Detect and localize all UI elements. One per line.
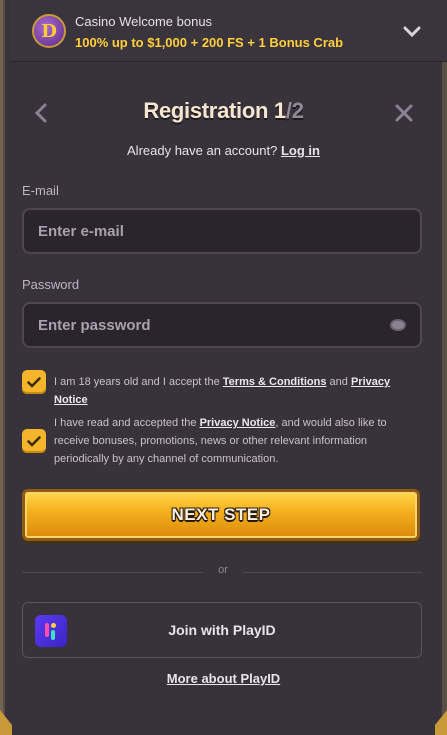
divider-or: or — [203, 564, 243, 576]
playid-label: Join with PlayID — [168, 622, 276, 638]
password-field[interactable]: Enter password — [22, 302, 422, 348]
bonus-title: Casino Welcome bonus — [75, 14, 213, 29]
terms-link[interactable]: Terms & Conditions — [223, 376, 327, 388]
password-label: Password — [22, 277, 80, 292]
age-consent-prefix: I am 18 years old and I accept the — [54, 376, 220, 388]
email-placeholder: Enter e-mail — [38, 222, 124, 240]
join-playid-button[interactable]: Join with PlayID — [22, 602, 422, 658]
title-step: Registration 1 — [143, 98, 286, 123]
eye-icon[interactable] — [390, 319, 406, 331]
marketing-prefix: I have read and accepted the — [54, 417, 197, 429]
close-icon[interactable] — [390, 100, 418, 126]
bonus-description: 100% up to $1,000 + 200 FS + 1 Bonus Cra… — [75, 35, 344, 50]
next-step-button[interactable]: NEXT STEP — [22, 489, 420, 541]
marketing-consent-checkbox[interactable] — [22, 429, 46, 453]
email-field[interactable]: Enter e-mail — [22, 208, 422, 254]
bonus-banner[interactable]: D Casino Welcome bonus 100% up to $1,000… — [10, 0, 447, 62]
age-consent-checkbox[interactable] — [22, 370, 46, 394]
title-total-steps: 2 — [291, 98, 304, 123]
login-link[interactable]: Log in — [281, 143, 320, 158]
page-title: Registration 1/2 — [0, 98, 447, 124]
checkmark-icon — [27, 435, 41, 447]
more-about-playid-link[interactable]: More about PlayID — [0, 671, 447, 686]
age-consent-text: I am 18 years old and I accept the Terms… — [54, 373, 419, 409]
playid-logo-icon — [35, 615, 67, 647]
conjunction-and: and — [329, 376, 348, 388]
email-label: E-mail — [22, 183, 59, 198]
chevron-down-icon[interactable] — [400, 20, 424, 44]
password-placeholder: Enter password — [38, 316, 151, 334]
login-prompt: Already have an account? Log in — [0, 143, 447, 158]
marketing-privacy-link[interactable]: Privacy Notice — [200, 417, 276, 429]
login-prompt-text: Already have an account? — [127, 143, 278, 158]
logo-letter: D — [41, 20, 57, 42]
marketing-consent-row: I have read and accepted the Privacy Not… — [22, 414, 419, 468]
age-consent-row: I am 18 years old and I accept the Terms… — [22, 370, 419, 409]
casino-logo: D — [32, 14, 66, 48]
marketing-consent-text: I have read and accepted the Privacy Not… — [54, 414, 419, 468]
checkmark-icon — [27, 376, 41, 388]
next-step-label: NEXT STEP — [171, 505, 271, 524]
